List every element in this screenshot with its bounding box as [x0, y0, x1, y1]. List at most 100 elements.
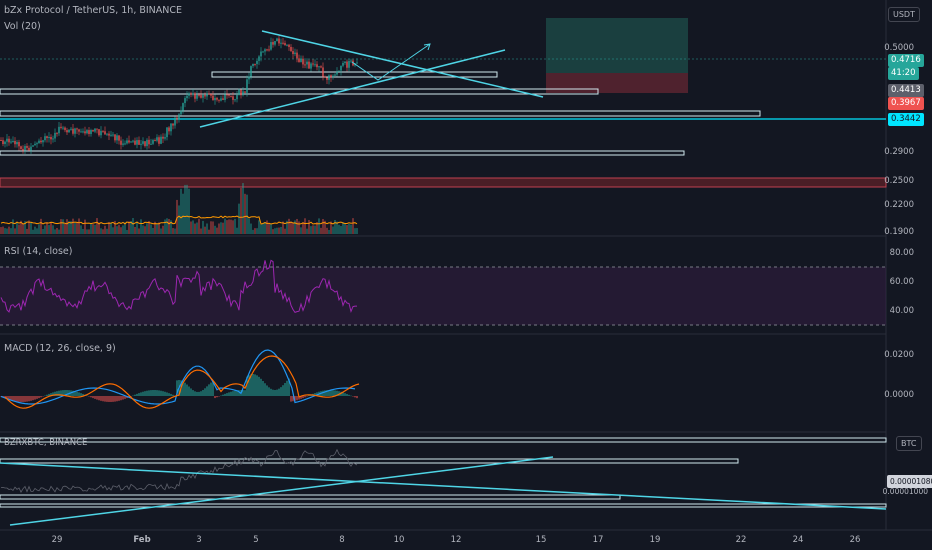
- macd-histogram-bar: [118, 396, 120, 401]
- candle-body: [252, 63, 254, 67]
- volume-bar: [58, 229, 60, 234]
- candle-body: [104, 131, 106, 135]
- candle-body: [54, 132, 56, 139]
- candle-body: [194, 93, 196, 99]
- rsi-band: [0, 267, 886, 325]
- macd-histogram-bar: [332, 390, 334, 396]
- macd-histogram-bar: [268, 387, 270, 396]
- candle-body: [212, 95, 214, 101]
- macd-histogram-bar: [78, 392, 80, 396]
- volume-bar: [340, 226, 342, 234]
- volume-bar: [276, 227, 278, 234]
- macd-histogram-bar: [40, 396, 42, 398]
- time-tick: 5: [253, 535, 259, 545]
- btc-level-rect[interactable]: [0, 437, 887, 443]
- btc-level-rect[interactable]: [0, 494, 621, 500]
- candle-body: [180, 110, 182, 115]
- volume-bar: [318, 218, 320, 234]
- volume-bar: [116, 226, 118, 234]
- volume-bar: [260, 224, 262, 234]
- candle-body: [168, 127, 170, 132]
- macd-histogram-bar: [108, 396, 110, 402]
- candle-body: [224, 94, 226, 100]
- volume-bar: [204, 226, 206, 234]
- macd-histogram-bar: [14, 396, 16, 402]
- btc-level-rect[interactable]: [0, 503, 887, 508]
- volume-indicator-label[interactable]: Vol (20): [4, 21, 41, 32]
- macd-histogram-bar: [36, 396, 38, 399]
- candle-body: [2, 140, 4, 145]
- volume-bar: [308, 220, 310, 234]
- volume-bar: [218, 223, 220, 234]
- level-rect[interactable]: [0, 88, 599, 95]
- level-rect[interactable]: [0, 110, 761, 117]
- btc-symbol-label[interactable]: BZRXBTC, BINANCE: [4, 438, 87, 448]
- chart-stage[interactable]: bZx Protocol / TetherUS, 1h, BINANCE Vol…: [0, 0, 932, 550]
- support-zone-band[interactable]: [0, 177, 887, 188]
- candle-body: [190, 93, 192, 95]
- macd-histogram-bar: [34, 396, 36, 400]
- candle-body: [302, 58, 304, 65]
- volume-bar: [78, 218, 80, 234]
- candle-body: [334, 74, 336, 76]
- candle-body: [130, 141, 132, 143]
- last-price-tag: 0.4716: [888, 54, 924, 67]
- btc-currency-button[interactable]: BTC: [896, 436, 922, 451]
- candle-body: [240, 89, 242, 96]
- currency-button[interactable]: USDT: [888, 7, 920, 22]
- volume-bar: [344, 223, 346, 234]
- price-tick: 0.2500: [884, 176, 914, 186]
- macd-histogram-bar: [188, 386, 190, 396]
- symbol-title[interactable]: bZx Protocol / TetherUS, 1h, BINANCE: [4, 5, 182, 16]
- position-loss-zone[interactable]: [546, 73, 688, 93]
- volume-bar: [38, 224, 40, 234]
- candle-body: [170, 123, 172, 132]
- btc-level-rect[interactable]: [0, 458, 739, 464]
- macd-histogram-bar: [260, 378, 262, 396]
- volume-bar: [40, 218, 42, 234]
- candle-body: [238, 89, 240, 95]
- candle-body: [306, 61, 308, 65]
- candle-body: [348, 60, 350, 68]
- volume-bar: [302, 222, 304, 234]
- volume-bar: [30, 222, 32, 234]
- macd-histogram-bar: [274, 389, 276, 396]
- volume-bar: [274, 228, 276, 234]
- chart-canvas[interactable]: [0, 0, 932, 550]
- candle-body: [102, 130, 104, 132]
- candle-body: [208, 93, 210, 95]
- time-tick: 3: [196, 535, 202, 545]
- volume-bar: [114, 220, 116, 234]
- volume-bar: [146, 223, 148, 234]
- level-rect[interactable]: [0, 150, 685, 156]
- volume-bar: [84, 219, 86, 234]
- candle-body: [322, 67, 324, 77]
- trendline-descending[interactable]: [261, 30, 544, 98]
- candle-body: [156, 137, 158, 141]
- macd-histogram-bar: [306, 396, 308, 397]
- candle-body: [158, 137, 160, 144]
- volume-bar: [134, 226, 136, 234]
- macd-histogram-bar: [278, 388, 280, 396]
- macd-histogram-bar: [276, 389, 278, 396]
- candle-body: [8, 138, 10, 143]
- candle-body: [248, 76, 250, 80]
- candle-body: [178, 114, 180, 120]
- macd-histogram-bar: [148, 390, 150, 396]
- candle-body: [112, 134, 114, 136]
- candle-body: [242, 91, 244, 96]
- macd-histogram-bar: [122, 396, 124, 400]
- volume-bar: [2, 226, 4, 234]
- candle-body: [228, 94, 230, 96]
- macd-tick: 0.0200: [884, 350, 914, 360]
- macd-histogram-bar: [172, 394, 174, 396]
- macd-indicator-label[interactable]: MACD (12, 26, close, 9): [4, 343, 116, 354]
- macd-histogram-bar: [144, 391, 146, 396]
- rsi-indicator-label[interactable]: RSI (14, close): [4, 246, 72, 257]
- volume-bar: [44, 225, 46, 234]
- candle-body: [60, 126, 62, 128]
- position-profit-zone[interactable]: [546, 18, 688, 73]
- macd-histogram-bar: [100, 396, 102, 401]
- candle-body: [80, 131, 82, 133]
- price-tick: 0.2200: [884, 200, 914, 210]
